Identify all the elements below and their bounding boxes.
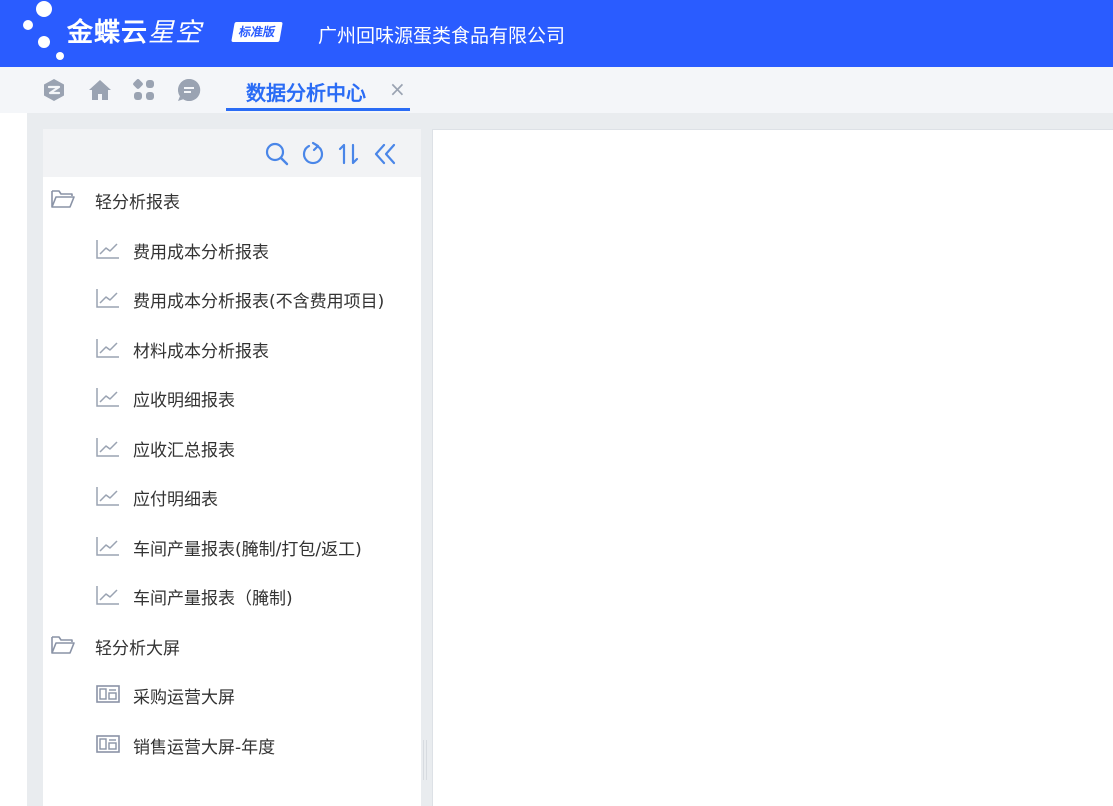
line-chart-icon (96, 487, 119, 506)
message-icon[interactable] (176, 77, 202, 103)
tab-active-indicator (226, 108, 410, 111)
line-chart-icon (96, 338, 119, 358)
search-icon[interactable] (264, 141, 290, 167)
refresh-icon[interactable] (300, 141, 326, 167)
folder-icon (51, 635, 75, 654)
tab-bar: 数据分析中心 × (0, 67, 1113, 113)
app-switch-icon[interactable] (41, 77, 67, 103)
tree-item[interactable]: 应收明细报表 (43, 377, 421, 417)
left-margin-strip (0, 113, 27, 806)
tree-item[interactable]: 材料成本分析报表 (43, 328, 421, 368)
tree-item-label: 材料成本分析报表 (133, 341, 269, 362)
edition-badge: 标准版 (231, 22, 283, 42)
dashboard-icon (96, 685, 120, 703)
kingdee-logo-icon (23, 1, 64, 60)
tree-folder-label: 轻分析报表 (95, 193, 180, 213)
tree-item-label: 销售运营大屏-年度 (133, 737, 276, 758)
top-header: 金蝶云星空 标准版 广州回味源蛋类食品有限公司 (0, 0, 1113, 67)
tree-item-label: 采购运营大屏 (133, 688, 235, 708)
tree-folder-label: 轻分析大屏 (95, 638, 180, 659)
logo-sub: 星空 (148, 18, 203, 48)
tree-item[interactable]: 采购运营大屏 (43, 674, 421, 714)
tab-label[interactable]: 数据分析中心 (246, 77, 366, 106)
tree-item-label: 应收明细报表 (133, 391, 235, 411)
tree-toolbar (43, 129, 421, 177)
company-name[interactable]: 广州回味源蛋类食品有限公司 (318, 21, 565, 48)
tab-data-analysis-center[interactable]: 数据分析中心 × (226, 67, 410, 113)
line-chart-icon (96, 289, 119, 308)
line-chart-icon (96, 536, 119, 556)
tree-item[interactable]: 车间产量报表(腌制/打包/返工) (43, 526, 421, 566)
tree-item[interactable]: 费用成本分析报表 (43, 229, 421, 269)
tree-folder[interactable]: 轻分析报表 (43, 179, 421, 219)
tree-item-label: 费用成本分析报表(不含费用项目) (133, 292, 385, 312)
apps-grid-icon[interactable] (131, 77, 157, 103)
line-chart-icon (96, 388, 119, 407)
tree-item-label: 应收汇总报表 (133, 440, 235, 461)
panel-splitter[interactable] (423, 740, 427, 780)
sort-icon[interactable] (336, 141, 362, 167)
line-chart-icon (96, 239, 119, 259)
report-tree-panel: 轻分析报表费用成本分析报表费用成本分析报表(不含费用项目) 材料成本分析报表 应收明… (43, 129, 421, 806)
tree-item[interactable]: 车间产量报表（腌制) (43, 575, 421, 615)
tab-close-icon[interactable]: × (389, 77, 406, 101)
tree-item[interactable]: 费用成本分析报表(不含费用项目) (43, 278, 421, 318)
collapse-icon[interactable] (372, 141, 398, 167)
tree-item-label: 费用成本分析报表 (133, 242, 269, 263)
line-chart-icon (96, 437, 119, 457)
line-chart-icon (96, 586, 119, 605)
tree-item[interactable]: 销售运营大屏-年度 (43, 724, 421, 764)
product-logo: 金蝶云星空 (67, 12, 202, 49)
tree-folder[interactable]: 轻分析大屏 (43, 625, 421, 665)
tree-item[interactable]: 应收汇总报表 (43, 427, 421, 467)
tree-item-label: 车间产量报表(腌制/打包/返工) (133, 539, 362, 560)
content-panel (432, 129, 1113, 806)
home-icon[interactable] (87, 77, 113, 103)
tree-item-label: 应付明细表 (133, 490, 218, 510)
tree-item[interactable]: 应付明细表 (43, 476, 421, 516)
logo-main: 金蝶云 (67, 18, 149, 48)
tree-item-label: 车间产量报表（腌制) (133, 589, 293, 609)
folder-icon (51, 190, 75, 208)
dashboard-icon (96, 734, 120, 753)
